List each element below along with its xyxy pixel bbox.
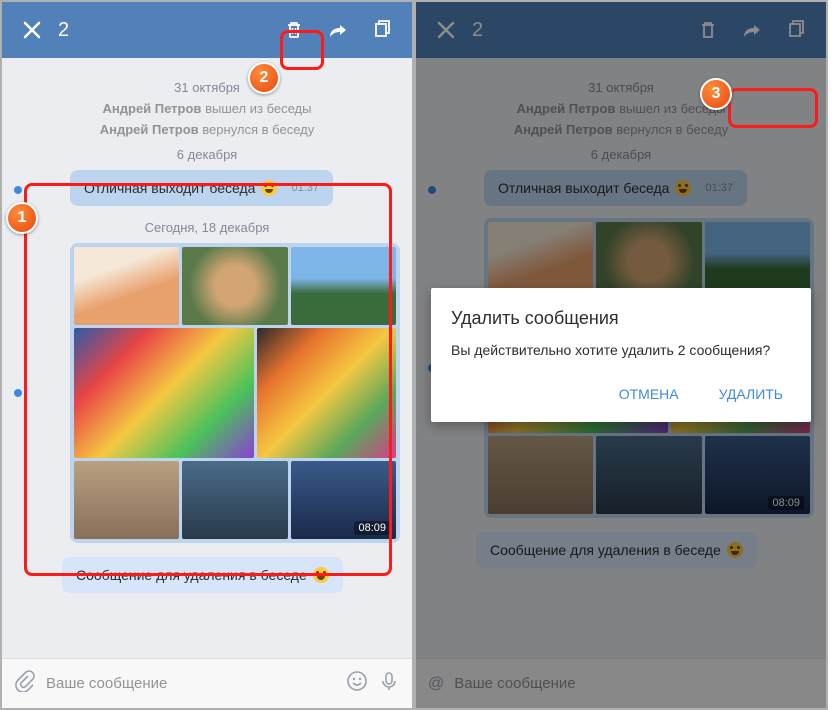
delete-icon[interactable]	[276, 12, 312, 48]
smile-emoji	[261, 180, 277, 196]
reply-icon[interactable]	[320, 12, 356, 48]
selection-count: 2	[50, 19, 276, 42]
copy-icon[interactable]	[364, 12, 400, 48]
system-message: Андрей Петров вернулся в беседу	[14, 122, 400, 137]
cancel-button[interactable]: ОТМЕНА	[611, 380, 687, 408]
dialog-body: Вы действительно хотите удалить 2 сообще…	[451, 341, 791, 361]
smile-emoji	[313, 567, 329, 583]
attach-icon[interactable]	[14, 670, 36, 697]
attached-image[interactable]	[182, 247, 287, 325]
date-separator: 31 октября	[14, 80, 400, 95]
system-message: Андрей Петров вышел из беседы	[14, 101, 400, 116]
voice-icon[interactable]	[378, 670, 400, 697]
attached-image[interactable]	[291, 247, 396, 325]
attached-image[interactable]	[74, 461, 179, 539]
message-bubble[interactable]: Отличная выходит беседа 01:37	[70, 170, 333, 206]
attached-image[interactable]	[257, 328, 396, 458]
attached-image[interactable]	[74, 328, 254, 458]
annotation-badge-3: 3	[700, 78, 732, 110]
selection-dot	[14, 186, 22, 194]
chat-area: 31 октября Андрей Петров вышел из беседы…	[2, 58, 412, 658]
annotation-badge-1: 1	[6, 202, 38, 234]
attached-image[interactable]	[74, 247, 179, 325]
message-input-bar: Ваше сообщение	[2, 658, 412, 708]
image-attachment-grid[interactable]: 08:09	[70, 243, 400, 543]
annotation-badge-2: 2	[248, 62, 280, 94]
screenshot-right: 2 31 октября Андрей Петров вышел из бесе…	[414, 0, 828, 710]
dialog-title: Удалить сообщения	[451, 308, 791, 329]
confirm-delete-button[interactable]: УДАЛИТЬ	[711, 380, 791, 408]
message-input[interactable]: Ваше сообщение	[46, 675, 336, 692]
selection-header: 2	[2, 2, 412, 58]
screenshot-left: 2 2 31 октября Андрей Петров вышел из бе…	[0, 0, 414, 710]
date-separator: 6 декабря	[14, 147, 400, 162]
message-bubble[interactable]: Сообщение для удаления в беседе	[62, 557, 343, 593]
emoji-icon[interactable]	[346, 670, 368, 697]
delete-confirm-dialog: Удалить сообщения Вы действительно хотит…	[431, 288, 811, 423]
date-separator: Сегодня, 18 декабря	[14, 220, 400, 235]
attached-image[interactable]	[182, 461, 287, 539]
close-icon[interactable]	[14, 12, 50, 48]
modal-overlay[interactable]: Удалить сообщения Вы действительно хотит…	[416, 2, 826, 708]
selection-dot	[14, 389, 22, 397]
attached-image[interactable]: 08:09	[291, 461, 396, 539]
